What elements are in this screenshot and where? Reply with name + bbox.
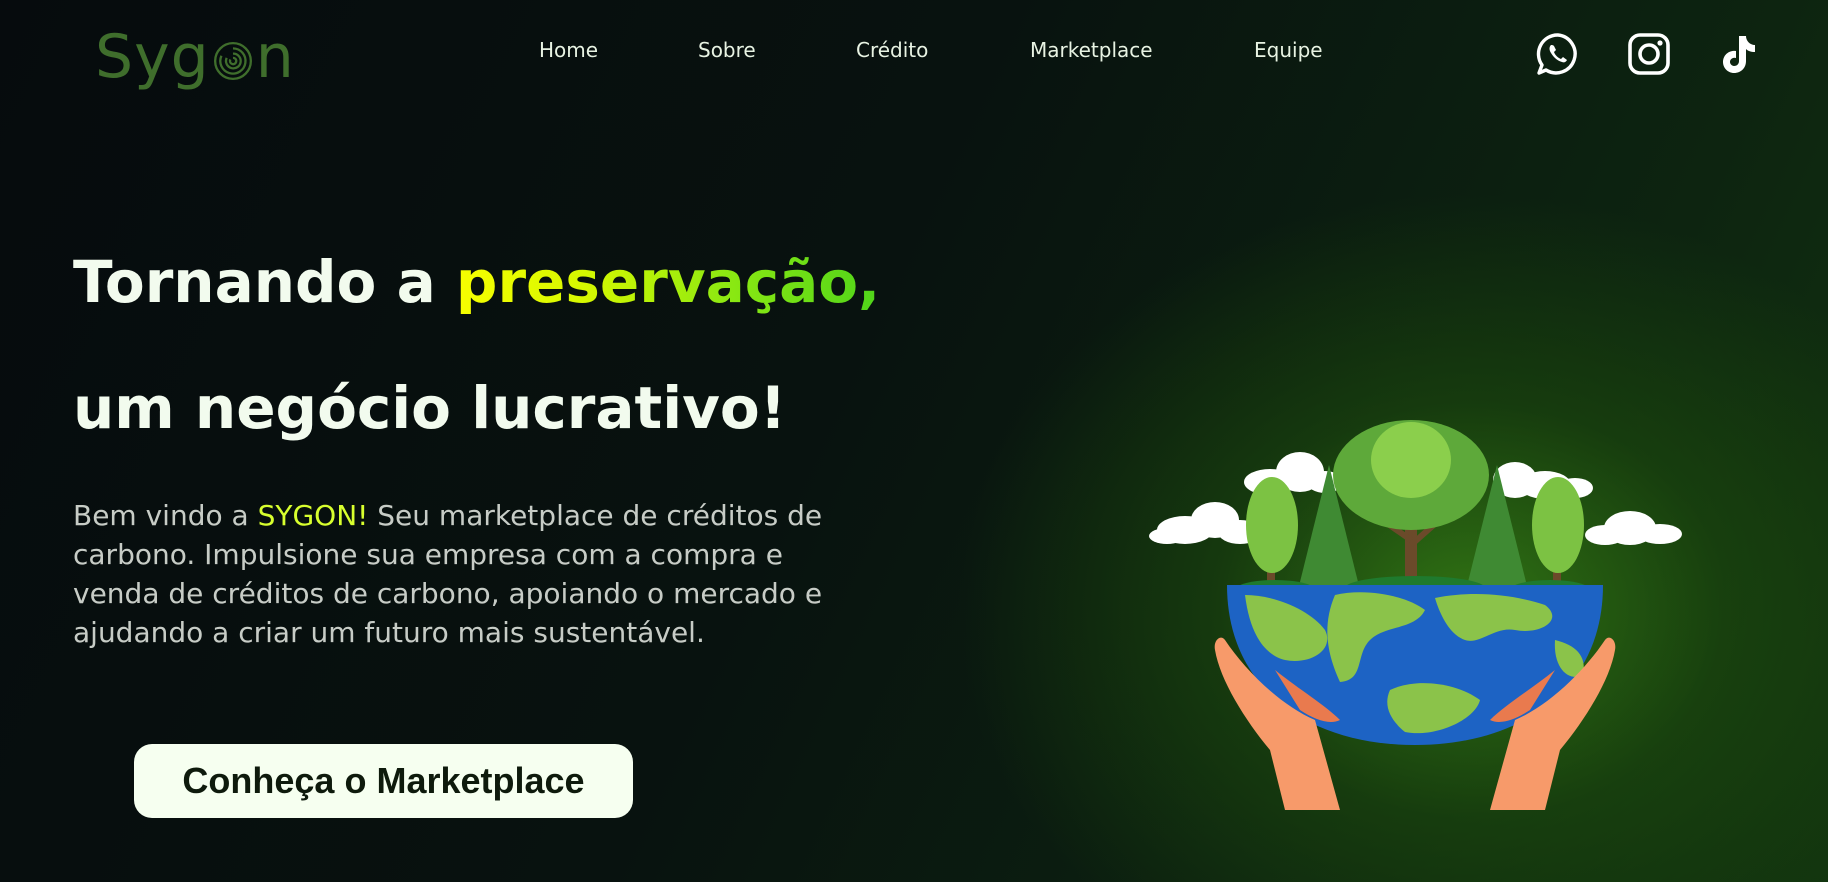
hero-title-line1: Tornando a preservação, [73, 248, 880, 316]
nav-sobre[interactable]: Sobre [698, 38, 756, 62]
whatsapp-icon[interactable] [1536, 32, 1580, 76]
logo[interactable]: Syg n [95, 12, 295, 102]
hero-text-highlight: SYGON! [257, 499, 369, 532]
trees [1235, 420, 1590, 610]
nav-equipe[interactable]: Equipe [1254, 38, 1323, 62]
site-header: Syg n Home Sobre Crédito Marketplace Equ… [0, 0, 1828, 112]
cloud-left [1149, 502, 1262, 544]
hero-description: Bem vindo a SYGON! Seu marketplace de cr… [73, 496, 863, 652]
nav-marketplace[interactable]: Marketplace [1030, 38, 1153, 62]
hero-title-highlight: preservação, [455, 248, 881, 316]
marketplace-cta-button[interactable]: Conheça o Marketplace [134, 744, 633, 818]
hero-text-prefix: Bem vindo a [73, 499, 258, 532]
nav-credito[interactable]: Crédito [856, 38, 928, 62]
earth-in-hands-illustration [1149, 420, 1682, 810]
logo-text-suffix: n [255, 22, 295, 92]
nav-home[interactable]: Home [539, 38, 598, 62]
cloud-right [1585, 511, 1682, 545]
hero-title-prefix: Tornando a [73, 248, 456, 316]
instagram-icon[interactable] [1627, 32, 1671, 76]
hero-title-line2: um negócio lucrativo! [73, 374, 787, 442]
tiktok-icon[interactable] [1715, 32, 1759, 76]
fingerprint-icon [213, 41, 252, 81]
logo-text-prefix: Syg [95, 22, 210, 92]
